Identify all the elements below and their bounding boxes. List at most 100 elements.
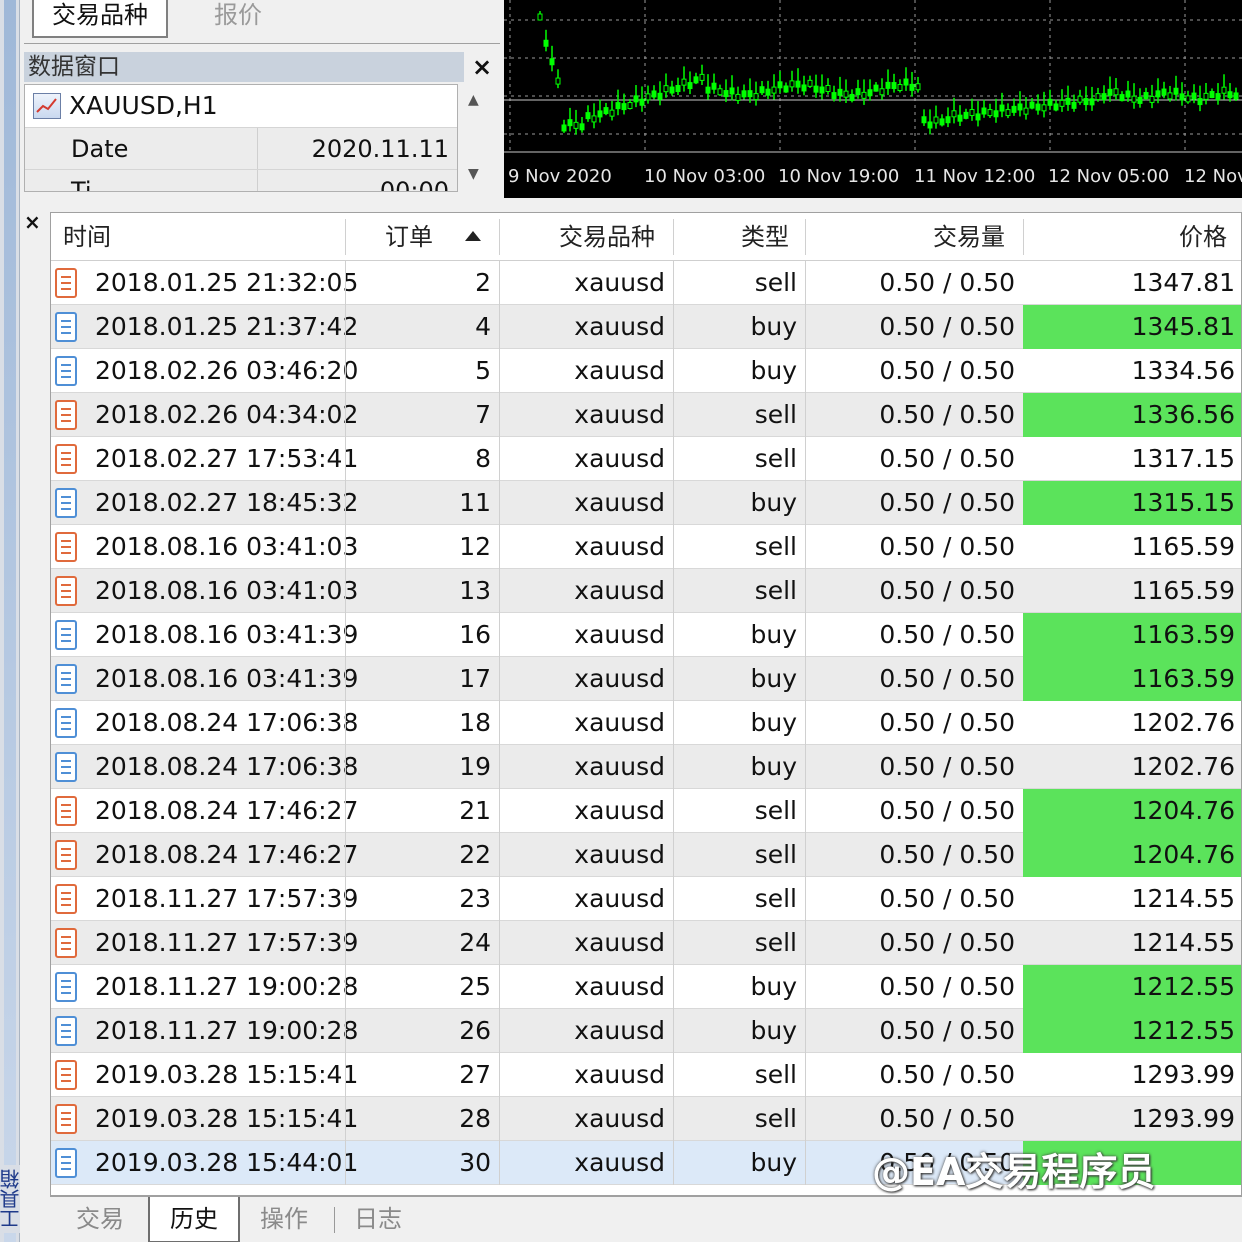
- candle-body: [663, 85, 669, 93]
- terminal-panel: × 时间 订单 交易品种 类型 交易量 价格 2018.01.25 21:32:…: [20, 204, 1242, 1242]
- cell-type: sell: [754, 884, 797, 913]
- close-icon[interactable]: ×: [24, 210, 41, 234]
- price-chart[interactable]: 9 Nov 2020 10 Nov 03:00 10 Nov 19:00 11 Nov…: [504, 0, 1242, 198]
- data-window-symbol-row: XAUUSD,H1: [25, 85, 457, 127]
- cell-type: sell: [754, 1060, 797, 1089]
- cell-type: sell: [754, 268, 797, 297]
- table-row[interactable]: 2018.08.16 03:41:03 12 xauusd sell 0.50 / 0.…: [51, 525, 1241, 569]
- scroll-down-icon[interactable]: ▼: [468, 166, 479, 182]
- column-divider: [673, 701, 674, 745]
- cell-price: 1345.81: [1131, 312, 1235, 341]
- candle-body: [819, 86, 825, 94]
- candle-body: [1137, 96, 1143, 104]
- candle-body: [891, 82, 897, 90]
- candle-body: [1191, 92, 1197, 100]
- candle-body: [903, 78, 909, 86]
- toolbox-label[interactable]: 工具箱: [0, 1165, 23, 1233]
- table-row[interactable]: 2018.08.24 17:06:38 18 xauusd buy 0.50 / 0.5…: [51, 701, 1241, 745]
- column-header-order[interactable]: 订单: [385, 213, 433, 261]
- candle-body: [1125, 90, 1131, 98]
- candle-body: [753, 93, 759, 101]
- buy-order-icon: [55, 708, 77, 738]
- table-row[interactable]: 2018.11.27 17:57:39 24 xauusd sell 0.50 / 0.…: [51, 921, 1241, 965]
- column-divider: [345, 569, 346, 613]
- data-window-value: 2020.11.11: [311, 135, 449, 163]
- tab-quotes[interactable]: 报价: [196, 0, 280, 38]
- table-row[interactable]: 2018.01.25 21:37:42 4 xauusd buy 0.50 / 0.50…: [51, 305, 1241, 349]
- cell-volume: 0.50 / 0.50: [879, 972, 1015, 1001]
- column-divider: [805, 701, 806, 745]
- sort-ascending-icon: [465, 231, 481, 241]
- table-row[interactable]: 2018.08.24 17:06:38 19 xauusd buy 0.50 / 0.5…: [51, 745, 1241, 789]
- chart-x-label: 11 Nov 12:00: [914, 166, 1035, 187]
- column-divider: [673, 261, 674, 305]
- tab-trade[interactable]: 交易: [68, 1197, 132, 1242]
- scroll-up-icon[interactable]: ▲: [468, 92, 479, 108]
- candle-body: [537, 13, 543, 21]
- cell-order: 16: [459, 620, 491, 649]
- table-row[interactable]: 2018.08.24 17:46:27 22 xauusd sell 0.50 / 0.…: [51, 833, 1241, 877]
- candle-body: [621, 103, 627, 111]
- table-row[interactable]: 2018.08.16 03:41:39 17 xauusd buy 0.50 / 0.5…: [51, 657, 1241, 701]
- column-divider: [345, 877, 346, 921]
- tab-operations[interactable]: 操作: [252, 1197, 316, 1242]
- cell-volume: 0.50 / 0.50: [879, 1060, 1015, 1089]
- table-row[interactable]: 2018.02.26 03:46:20 5 xauusd buy 0.50 / 0.50…: [51, 349, 1241, 393]
- table-row[interactable]: 2018.01.25 21:32:05 2 xauusd sell 0.50 / 0.5…: [51, 261, 1241, 305]
- candle-body: [645, 93, 651, 101]
- table-row[interactable]: 2019.03.28 15:15:41 28 xauusd sell 0.50 / 0.…: [51, 1097, 1241, 1141]
- table-row[interactable]: 2018.02.26 04:34:02 7 xauusd sell 0.50 / 0.5…: [51, 393, 1241, 437]
- tab-journal[interactable]: 日志: [346, 1197, 410, 1242]
- table-row[interactable]: 2018.02.27 17:53:41 8 xauusd sell 0.50 / 0.5…: [51, 437, 1241, 481]
- data-window-scrollbar[interactable]: ▲ ▼: [460, 84, 500, 192]
- table-row[interactable]: 2019.03.28 15:15:41 27 xauusd sell 0.50 / 0.…: [51, 1053, 1241, 1097]
- cell-order: 19: [459, 752, 491, 781]
- table-row[interactable]: 2018.08.24 17:46:27 21 xauusd sell 0.50 / 0.…: [51, 789, 1241, 833]
- table-row[interactable]: 2018.08.16 03:41:39 16 xauusd buy 0.50 / 0.5…: [51, 613, 1241, 657]
- candle-body: [741, 90, 747, 98]
- column-divider: [805, 1141, 806, 1185]
- candle-body: [933, 116, 939, 124]
- column-divider: [805, 1053, 806, 1097]
- table-row[interactable]: 2018.11.27 19:00:28 26 xauusd buy 0.50 / 0.5…: [51, 1009, 1241, 1053]
- candle-body: [1089, 98, 1095, 106]
- cell-price: 1204.76: [1131, 796, 1235, 825]
- column-divider: [345, 833, 346, 877]
- column-divider: [673, 921, 674, 965]
- table-row[interactable]: 2018.11.27 19:00:28 25 xauusd buy 0.50 / 0.5…: [51, 965, 1241, 1009]
- buy-order-icon: [55, 1016, 77, 1046]
- column-divider: [673, 1009, 674, 1053]
- candle-body: [579, 123, 585, 131]
- candle-body: [855, 88, 861, 96]
- column-header-type[interactable]: 类型: [741, 213, 789, 261]
- column-divider: [499, 569, 500, 613]
- tab-history[interactable]: 历史: [148, 1197, 240, 1242]
- candle-body: [681, 78, 687, 86]
- candle-body: [1095, 93, 1101, 101]
- column-header-time[interactable]: 时间: [63, 213, 111, 261]
- table-row[interactable]: 2018.02.27 18:45:32 11 xauusd buy 0.50 / 0.5…: [51, 481, 1241, 525]
- tab-symbols[interactable]: 交易品种: [32, 0, 168, 38]
- table-row[interactable]: 2018.08.16 03:41:03 13 xauusd sell 0.50 / 0.…: [51, 569, 1241, 613]
- column-divider: [673, 1141, 674, 1185]
- column-divider: [805, 219, 806, 255]
- buy-order-icon: [55, 356, 77, 386]
- buy-order-icon: [55, 664, 77, 694]
- table-row[interactable]: 2018.11.27 17:57:39 23 xauusd sell 0.50 / 0.…: [51, 877, 1241, 921]
- column-divider: [345, 789, 346, 833]
- column-header-symbol[interactable]: 交易品种: [559, 213, 655, 261]
- candle-body: [765, 88, 771, 96]
- candle-body: [1023, 107, 1029, 115]
- column-header-volume[interactable]: 交易量: [933, 213, 1005, 261]
- close-icon[interactable]: ×: [472, 54, 492, 80]
- cell-symbol: xauusd: [574, 356, 665, 385]
- column-divider: [499, 745, 500, 789]
- column-divider: [673, 833, 674, 877]
- column-divider: [499, 437, 500, 481]
- cell-time: 2018.08.24 17:46:27: [95, 840, 359, 869]
- column-divider: [805, 437, 806, 481]
- cell-type: buy: [750, 620, 797, 649]
- cell-order: 25: [459, 972, 491, 1001]
- column-header-price[interactable]: 价格: [1179, 213, 1227, 261]
- candle-body: [957, 114, 963, 122]
